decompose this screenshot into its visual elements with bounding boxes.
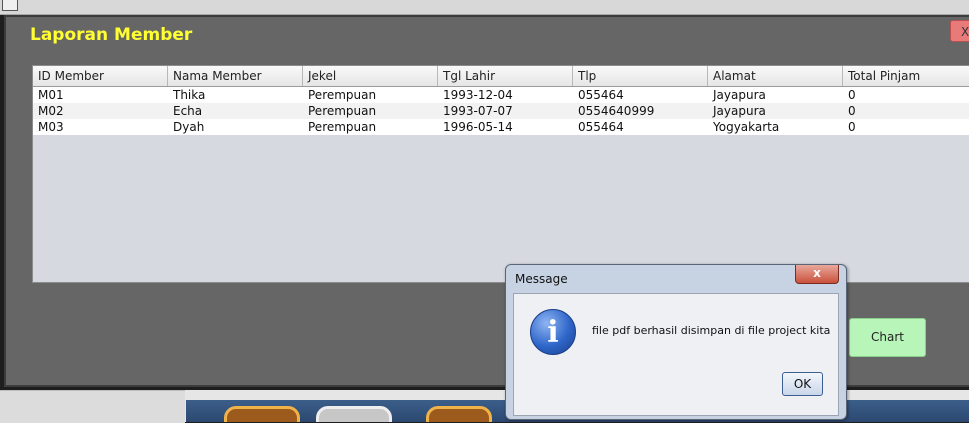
member-table[interactable]: ID Member Nama Member Jekel Tgl Lahir Tl… (32, 65, 969, 283)
table-cell: 0 (848, 88, 856, 102)
table-cell: Perempuan (308, 104, 377, 118)
table-cell: 055464 (578, 88, 624, 102)
column-header[interactable]: Tlp (573, 66, 708, 86)
column-header[interactable]: ID Member (33, 66, 168, 86)
table-cell: Dyah (173, 120, 205, 134)
background-top-strip (0, 0, 969, 15)
table-cell: Jayapura (713, 88, 766, 102)
table-cell: Perempuan (308, 120, 377, 134)
column-header[interactable]: Nama Member (168, 66, 303, 86)
page-title: Laporan Member (30, 25, 193, 45)
table-cell: Yogyakarta (713, 120, 780, 134)
close-button[interactable]: X (950, 20, 969, 42)
table-cell: 055464 (578, 120, 624, 134)
background-shape (316, 406, 392, 422)
dialog-title: Message (515, 272, 568, 286)
window-icon (2, 0, 18, 11)
table-row[interactable]: M03 Dyah Perempuan 1996-05-14 055464 Yog… (33, 119, 969, 135)
table-cell: M03 (38, 120, 64, 134)
table-cell: 1993-12-04 (443, 88, 513, 102)
ok-button[interactable]: OK (782, 372, 823, 396)
table-cell: Thika (173, 88, 206, 102)
table-cell: Jayapura (713, 104, 766, 118)
table-cell: 1993-07-07 (443, 104, 513, 118)
table-cell: Echa (173, 104, 203, 118)
chart-button[interactable]: Chart (849, 318, 926, 357)
table-cell: M02 (38, 104, 64, 118)
background-shape (426, 406, 492, 422)
info-icon: i (530, 309, 576, 355)
column-header[interactable]: Tgl Lahir (438, 66, 573, 86)
dialog-body: i file pdf berhasil disimpan di file pro… (513, 293, 839, 416)
table-cell: 0 (848, 120, 856, 134)
column-header[interactable]: Alamat (708, 66, 843, 86)
dialog-message: file pdf berhasil disimpan di file proje… (592, 324, 831, 337)
table-header: ID Member Nama Member Jekel Tgl Lahir Tl… (33, 66, 969, 87)
message-dialog: Message x i file pdf berhasil disimpan d… (505, 264, 847, 420)
column-header[interactable]: Jekel (303, 66, 438, 86)
table-cell: 0 (848, 104, 856, 118)
dialog-close-button[interactable]: x (795, 265, 839, 284)
table-cell: Perempuan (308, 88, 377, 102)
table-cell: 1996-05-14 (443, 120, 513, 134)
background-panel (0, 390, 185, 423)
column-header[interactable]: Total Pinjam (843, 66, 969, 86)
table-cell: M01 (38, 88, 64, 102)
table-row[interactable]: M01 Thika Perempuan 1993-12-04 055464 Ja… (33, 87, 969, 103)
table-row[interactable]: M02 Echa Perempuan 1993-07-07 0554640999… (33, 103, 969, 119)
background-shape (224, 406, 300, 422)
table-cell: 0554640999 (578, 104, 655, 118)
